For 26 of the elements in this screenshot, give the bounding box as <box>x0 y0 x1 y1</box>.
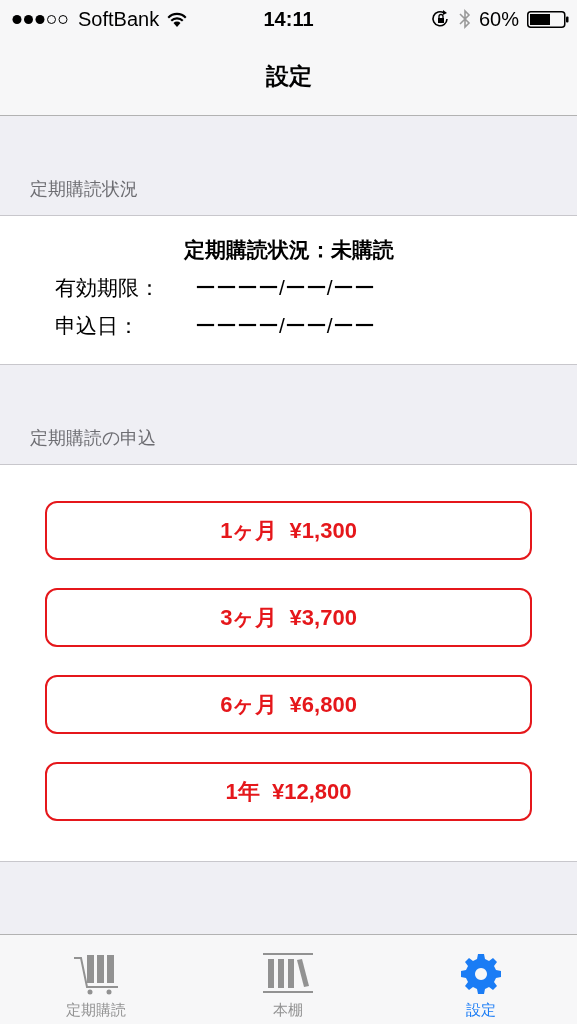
bookshelf-icon <box>263 953 314 995</box>
tab-item[interactable]: 定期購読 <box>0 935 193 1024</box>
clock-time: 14:11 <box>263 7 314 31</box>
plan-button[interactable]: 6ヶ月 ¥6,800 <box>45 675 532 734</box>
bluetooth-icon <box>458 8 471 30</box>
tab-item[interactable]: 本棚 <box>192 935 385 1024</box>
wifi-icon <box>167 11 188 27</box>
nav-title: 設定 <box>265 62 312 91</box>
settings-icon <box>459 953 502 995</box>
signal-icon <box>12 13 70 25</box>
plan-button[interactable]: 3ヶ月 ¥3,700 <box>45 588 532 647</box>
plan-button[interactable]: 1年 ¥12,800 <box>45 762 532 821</box>
date-label: 有効期限： <box>55 275 161 301</box>
plan-button[interactable]: 1ヶ月 ¥1,300 <box>45 501 532 560</box>
tab-item[interactable]: 設定 <box>384 935 577 1024</box>
rotation-lock-icon <box>430 9 451 29</box>
carrier-name: SoftBank <box>78 7 160 31</box>
battery-percent: 60% <box>478 7 519 31</box>
date-value: ーーーー/ーー/ーー <box>195 275 375 301</box>
battery-icon <box>527 10 569 28</box>
date-label: 申込日： <box>55 313 140 339</box>
section-header: 定期購読状況 <box>30 178 138 201</box>
date-value: ーーーー/ーー/ーー <box>195 313 375 339</box>
subscription-status: 定期購読状況：未購読 <box>183 237 394 263</box>
section-header: 定期購読の申込 <box>30 427 156 450</box>
cart-icon <box>73 953 120 995</box>
